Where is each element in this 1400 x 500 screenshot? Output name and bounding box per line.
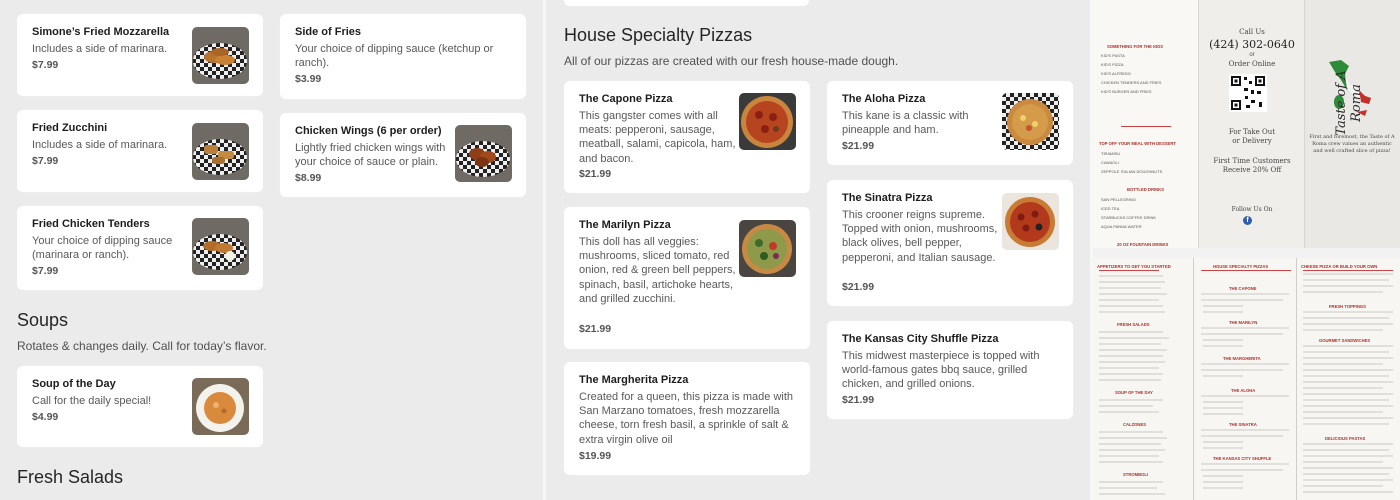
brochure-take-out: For Take Out: [1228, 128, 1276, 136]
item-name: Chicken Wings (6 per order): [295, 125, 442, 137]
brochure-inside-image[interactable]: APPETIZERS TO GET YOU STARTED HOUSE SPEC…: [1093, 258, 1400, 500]
brochure-heading: SOMETHING FOR THE KIDS: [1107, 44, 1164, 49]
item-description: Your choice of dipping sauce (ketchup or…: [295, 43, 494, 70]
item-description: Lightly fried chicken wings with your ch…: [295, 142, 446, 169]
section-subtitle-soups: Rotates & changes daily. Call for today’…: [17, 339, 267, 353]
facebook-icon[interactable]: f: [1243, 216, 1252, 225]
pizza-photo: [739, 220, 796, 277]
item-price: $21.99: [842, 140, 875, 152]
menu-page: Simone’s Fried Mozzarella Includes a sid…: [0, 0, 1400, 500]
item-name: Simone’s Fried Mozzarella: [32, 26, 170, 38]
item-name: The Kansas City Shuffle Pizza: [842, 333, 999, 345]
menu-item-card[interactable]: Side of Fries Your choice of dipping sau…: [280, 14, 526, 99]
item-name: Fried Chicken Tenders: [32, 218, 150, 230]
menu-item-card[interactable]: Fried Zucchini Includes a side of marina…: [17, 110, 263, 192]
item-price: $3.99: [295, 73, 322, 85]
menu-item-card[interactable]: The Aloha Pizza This kane is a classic w…: [827, 81, 1073, 165]
item-name: The Margherita Pizza: [579, 374, 689, 386]
item-name: Fried Zucchini: [32, 122, 108, 134]
section-title-salads: Fresh Salads: [17, 467, 124, 487]
item-name: The Sinatra Pizza: [842, 192, 933, 204]
item-price: $21.99: [579, 323, 612, 335]
item-price: $8.99: [295, 172, 322, 184]
item-name: The Capone Pizza: [579, 93, 673, 105]
brochure-discount: Receive 20% Off: [1222, 166, 1282, 174]
brochure-follow: Follow Us On: [1231, 206, 1273, 213]
item-description: Includes a side of marinara.: [32, 43, 168, 55]
item-price: $7.99: [32, 155, 59, 167]
brochure-line: ICED TEA: [1101, 206, 1120, 211]
brochure-front-image[interactable]: SOMETHING FOR THE KIDS KID'S PASTA KID'S…: [1093, 0, 1400, 248]
item-description: Call for the daily special!: [32, 395, 152, 407]
section-title-pizzas: House Specialty Pizzas: [564, 25, 753, 45]
item-price: $4.99: [32, 411, 59, 423]
item-price: $7.99: [32, 265, 59, 277]
menu-item-card[interactable]: The Sinatra Pizza This crooner reigns su…: [827, 180, 1073, 306]
brochure-heading: TOP OFF YOUR MEAL WITH DESSERT: [1099, 141, 1176, 146]
brochure-delivery: or Delivery: [1232, 137, 1272, 145]
section-subtitle-pizzas: All of our pizzas are created with our f…: [564, 54, 899, 68]
brochure-filler-lines: [1093, 258, 1400, 500]
menu-item-card[interactable]: Chicken Wings (6 per order) Lightly frie…: [280, 113, 526, 197]
item-description: This kane is a classic with pineapple an…: [842, 110, 969, 137]
item-description: This crooner reigns supreme. Topped with…: [842, 209, 998, 264]
item-price: $7.99: [32, 59, 59, 71]
pizzas-column: House Specialty Pizzas All of our pizzas…: [546, 0, 1090, 500]
pizza-photo: [739, 93, 796, 150]
item-description: Your choice of dipping sauce (marinara o…: [32, 235, 173, 262]
brochure-line: KID'S PIZZA: [1101, 62, 1124, 67]
brochure-rule: [1121, 126, 1171, 127]
brochure-order-online: Order Online: [1228, 60, 1276, 68]
brochure-line: SAN PELLEGRINO: [1101, 197, 1136, 202]
brochure-line: CHICKEN TENDERS AND FRIES: [1101, 80, 1162, 85]
brochure-phone: (424) 302-0640: [1209, 38, 1295, 51]
brochure-images: SOMETHING FOR THE KIDS KID'S PASTA KID'S…: [1093, 0, 1400, 500]
menu-item-card[interactable]: Simone’s Fried Mozzarella Includes a sid…: [17, 14, 263, 96]
brochure-line: KID'S PASTA: [1101, 53, 1125, 58]
menu-item-card[interactable]: Fried Chicken Tenders Your choice of dip…: [17, 206, 263, 290]
brochure-heading: BOTTLED DRINKS: [1127, 187, 1164, 192]
fried-food-photo: [192, 218, 249, 275]
brochure-heading: 20 OZ FOUNTAIN DRINKS: [1117, 242, 1169, 247]
item-name: Side of Fries: [295, 26, 362, 38]
item-description: This gangster comes with all meats: pepp…: [579, 110, 736, 165]
item-name: The Marilyn Pizza: [579, 219, 671, 231]
item-description: This midwest masterpiece is topped with …: [842, 350, 1040, 391]
brochure-line: KID'S BURGER AND FRIES: [1101, 89, 1152, 94]
item-price: $21.99: [842, 281, 875, 293]
brochure-first-time: First Time Customers: [1213, 157, 1291, 165]
brochure-line: CANNOLI: [1101, 160, 1119, 165]
item-price: $21.99: [579, 168, 612, 180]
fried-food-photo: [192, 27, 249, 84]
chicken-wings-photo: [455, 125, 512, 182]
brochure-line: TIRAMISU: [1101, 151, 1121, 156]
brochure-or: or: [1249, 52, 1255, 58]
item-price: $19.99: [579, 450, 612, 462]
menu-item-card[interactable]: The Margherita Pizza Created for a queen…: [564, 362, 810, 475]
item-name: Soup of the Day: [32, 378, 116, 390]
item-description: Includes a side of marinara.: [32, 139, 168, 151]
brochure-line: STARBUCKS COFFEE DRINK: [1101, 215, 1157, 220]
brochure-line: AQUA PANNA WATER: [1101, 224, 1142, 229]
brochure-line: KID'S ALFREDO: [1101, 71, 1131, 76]
brochure-line: ZEPPOLE ITALIAN DOUGHNUTS: [1101, 169, 1163, 174]
qr-code-icon[interactable]: [1229, 74, 1267, 112]
menu-item-card[interactable]: The Capone Pizza This gangster comes wit…: [564, 81, 810, 193]
item-price: $21.99: [842, 394, 875, 406]
pizza-photo: [1002, 193, 1059, 250]
item-description: This doll has all veggies: mushrooms, sl…: [579, 236, 736, 305]
brochure-tagline: First and foremost, the Taste of A Roma …: [1309, 134, 1395, 154]
section-title-soups: Soups: [17, 310, 69, 330]
item-description: Created for a queen, this pizza is made …: [579, 391, 794, 446]
menu-item-card[interactable]: The Kansas City Shuffle Pizza This midwe…: [827, 321, 1073, 419]
appetizers-column: Simone’s Fried Mozzarella Includes a sid…: [0, 0, 543, 500]
menu-item-card[interactable]: The Marilyn Pizza This doll has all vegg…: [564, 207, 810, 349]
card-edge: [564, 0, 809, 6]
menu-item-card[interactable]: Soup of the Day Call for the daily speci…: [17, 366, 263, 447]
item-name: The Aloha Pizza: [842, 93, 926, 105]
soup-photo: [192, 378, 249, 435]
pizza-photo: [1002, 93, 1059, 150]
brochure-call-us: Call Us: [1239, 28, 1265, 36]
fried-food-photo: [192, 123, 249, 180]
